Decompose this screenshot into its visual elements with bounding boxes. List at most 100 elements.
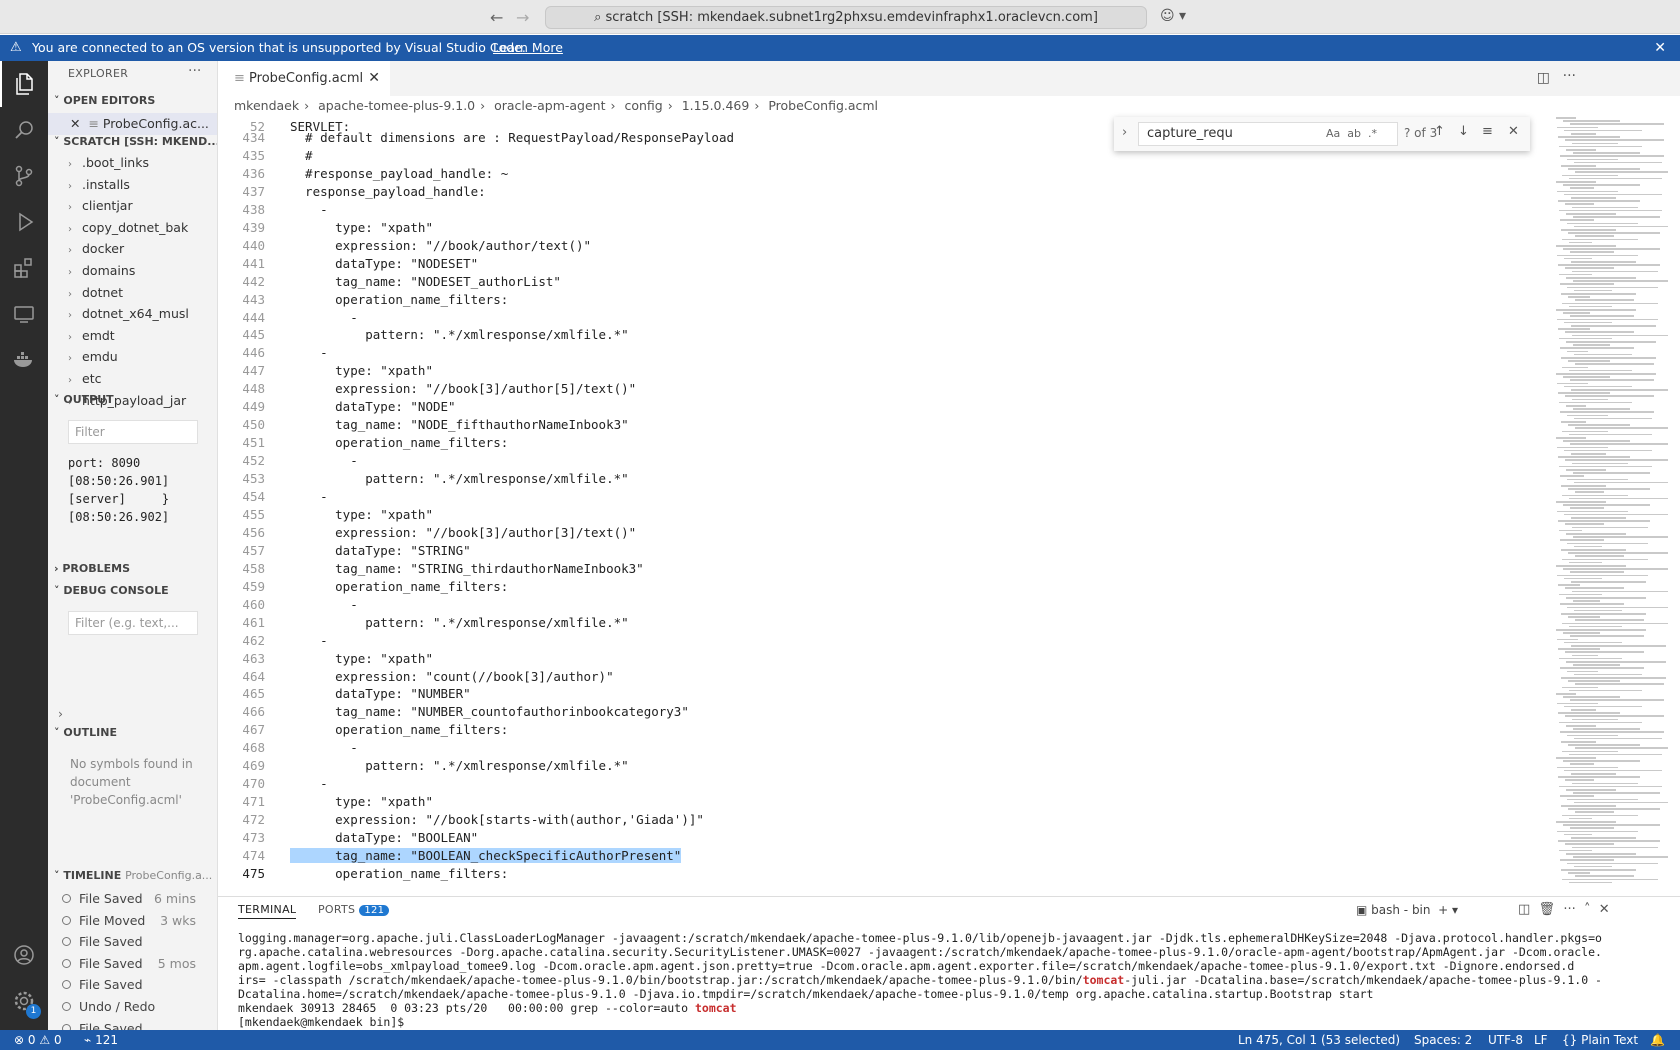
timeline-item[interactable]: File Saved [62,1021,212,1030]
panel-actions[interactable]: ◫ 🗑 ··· ˄ ✕ [1518,902,1610,917]
tree-folder[interactable]: › .installs [68,177,130,192]
timeline-header[interactable]: ˅ TIMELINE ProbeConfig.a... [54,869,212,882]
code-line[interactable]: type: "xpath" [290,220,433,235]
output-filter-input[interactable]: Filter [68,420,198,444]
code-line[interactable]: tag_name: "NUMBER_countofauthorinbookcat… [290,704,689,719]
code-editor[interactable]: 52 SERVLET: 434 # default dimensions are… [218,117,1550,894]
breadcrumb-item[interactable]: oracle-apm-agent [494,98,605,113]
explorer-icon[interactable] [0,61,48,107]
code-line[interactable]: operation_name_filters: [290,292,508,307]
tree-folder[interactable]: › dotnet_x64_musl [68,306,189,321]
learn-more-link[interactable]: Learn More [493,35,563,61]
timeline-item[interactable]: File Saved 6 mins [62,891,212,906]
run-debug-icon[interactable] [0,199,48,245]
code-line[interactable]: pattern: ".*/xmlresponse/xmlfile.*" [290,615,628,630]
forward-arrow-icon[interactable]: → [516,8,529,27]
code-line[interactable]: - [290,453,358,468]
editor-more-icon[interactable]: ··· [1563,68,1576,84]
code-line[interactable]: - [290,740,358,755]
tab-probeconfig[interactable]: ≡ ProbeConfig.acml ✕ [218,61,390,96]
encoding[interactable]: UTF-8 [1488,1030,1523,1050]
code-line[interactable]: expression: "//book[3]/author[5]/text()" [290,381,636,396]
open-editor-item[interactable]: ✕ ≡ ProbeConfig.ac... [48,113,217,135]
code-line[interactable]: - [290,489,328,504]
tab-terminal[interactable]: TERMINAL [238,903,297,919]
code-line[interactable]: dataType: "NODE" [290,399,455,414]
tab-close-icon[interactable]: ✕ [368,61,380,96]
docker-icon[interactable] [0,337,48,383]
close-find-icon[interactable]: ✕ [1508,124,1519,139]
terminal-prompt[interactable]: [mkendaek@mkendaek bin]$ [238,1015,411,1029]
back-arrow-icon[interactable]: ← [490,8,503,27]
code-line[interactable]: - [290,310,358,325]
breadcrumb-item[interactable]: 1.15.0.469 [682,98,750,113]
timeline-item[interactable]: File Saved [62,977,212,992]
code-line[interactable]: dataType: "BOOLEAN" [290,830,478,845]
tree-folder[interactable]: › copy_dotnet_bak [68,220,188,235]
code-line[interactable]: expression: "//book[starts-with(author,'… [290,812,704,827]
code-line[interactable]: type: "xpath" [290,794,433,809]
code-line[interactable]: type: "xpath" [290,363,433,378]
code-line[interactable]: tag_name: "STRING_thirdauthorNameInbook3… [290,561,644,576]
workspace-header[interactable]: ˅ SCRATCH [SSH: MKEND... [54,135,217,148]
split-editor-icon[interactable]: ◫ [1537,70,1550,86]
tree-folder[interactable]: › docker [68,241,124,256]
notifications-icon[interactable]: 🔔 [1650,1030,1665,1050]
remote-explorer-icon[interactable] [0,291,48,337]
timeline-item[interactable]: File Moved 3 wks [62,913,212,928]
timeline-item[interactable]: Undo / Redo [62,999,212,1014]
copilot-icon[interactable]: ☺ ▾ [1160,8,1186,24]
language-mode[interactable]: {} Plain Text [1562,1030,1638,1050]
end-of-line[interactable]: LF [1534,1030,1548,1050]
code-line[interactable]: pattern: ".*/xmlresponse/xmlfile.*" [290,327,628,342]
debug-filter-input[interactable]: Filter (e.g. text,... [68,611,198,635]
code-line[interactable]: operation_name_filters: [290,722,508,737]
breadcrumb-item[interactable]: ProbeConfig.acml [768,98,878,113]
find-in-selection-icon[interactable]: ≡ [1482,124,1493,139]
toggle-replace-icon[interactable]: › [1122,125,1127,140]
code-line[interactable]: - [290,633,328,648]
tree-folder[interactable]: › clientjar [68,198,133,213]
code-line[interactable]: - [290,776,328,791]
tree-folder[interactable]: › domains [68,263,135,278]
close-editor-icon[interactable]: ✕ [70,116,80,131]
tab-ports[interactable]: PORTS 121 [318,903,390,916]
code-line[interactable]: operation_name_filters: [290,579,508,594]
outline-header[interactable]: ˅ OUTLINE [54,726,117,739]
code-line[interactable]: operation_name_filters: [290,435,508,450]
breadcrumb-item[interactable]: apache-tomee-plus-9.1.0 [318,98,475,113]
cursor-position[interactable]: Ln 475, Col 1 (53 selected) [1238,1030,1400,1050]
code-line[interactable]: response_payload_handle: [290,184,486,199]
next-match-icon[interactable]: ↓ [1458,124,1469,139]
code-line[interactable]: # default dimensions are : RequestPayloa… [290,130,734,145]
code-line[interactable]: pattern: ".*/xmlresponse/xmlfile.*" [290,471,628,486]
code-line[interactable]: - [290,345,328,360]
tree-folder[interactable]: › emdt [68,328,115,343]
code-line[interactable]: # [290,148,313,163]
extensions-icon[interactable] [0,245,48,291]
code-line[interactable]: pattern: ".*/xmlresponse/xmlfile.*" [290,758,628,773]
tree-folder[interactable]: › dotnet [68,285,123,300]
banner-close-icon[interactable]: ✕ [1654,35,1666,61]
settings-gear-icon[interactable]: 1 [0,978,48,1024]
terminal-shell-selector[interactable]: ▣ bash - bin + ▾ [1356,903,1458,917]
tree-folder[interactable]: › emdu [68,349,118,364]
open-editors-header[interactable]: ˅ OPEN EDITORS [54,94,155,107]
code-line[interactable]: expression: "//book[3]/author[3]/text()" [290,525,636,540]
previous-match-icon[interactable]: ↑ [1434,124,1445,139]
code-line[interactable]: #response_payload_handle: ~ [290,166,508,181]
output-header[interactable]: ˅ OUTPUT [54,393,114,406]
code-line[interactable]: expression: "count(//book[3]/author)" [290,669,613,684]
code-line[interactable]: - [290,202,328,217]
debug-console-header[interactable]: ˅ DEBUG CONSOLE [54,584,169,597]
find-options-icon[interactable]: Aa ab .* [1326,127,1377,140]
search-icon[interactable] [0,107,48,153]
account-icon[interactable] [0,932,48,978]
code-line[interactable]: type: "xpath" [290,651,433,666]
code-line[interactable]: - [290,597,358,612]
command-center-search[interactable]: ⌕ scratch [SSH: mkendaek.subnet1rg2phxsu… [545,6,1147,29]
code-line[interactable]: tag_name: "NODE_fifthauthorNameInbook3" [290,417,629,432]
source-control-icon[interactable] [0,153,48,199]
code-line[interactable]: expression: "//book/author/text()" [290,238,591,253]
breadcrumb-item[interactable]: config [624,98,662,113]
